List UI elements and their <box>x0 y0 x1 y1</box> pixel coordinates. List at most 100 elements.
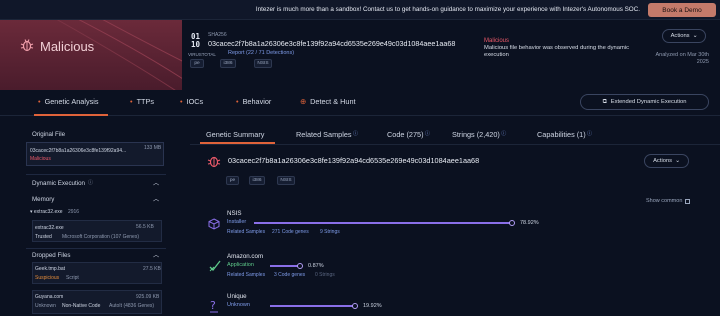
tab-behavior[interactable]: • Behavior <box>236 97 271 106</box>
tag-pe: pe <box>226 176 239 185</box>
virustotal-label: VIRUSTOTAL <box>188 52 216 57</box>
extended-dynamic-execution-button[interactable]: ⧉ Extended Dynamic Execution <box>580 94 709 110</box>
tag-nsis: NSIS <box>277 176 295 185</box>
binary-file-icon: 01 10 <box>191 32 201 49</box>
sha-value[interactable]: 03cacec2f7b8a1a26306e3c8fe139f92a94cd653… <box>208 39 455 48</box>
strings-link[interactable]: 9 Strings <box>320 229 340 235</box>
tag-i386: i386 <box>249 176 265 185</box>
tab-label: TTPs <box>136 97 154 106</box>
ext-button-label: Extended Dynamic Execution <box>610 99 687 105</box>
svg-text:?: ? <box>210 299 216 312</box>
show-common-toggle[interactable]: Show common <box>646 198 691 204</box>
tag-nsis: NSIS <box>254 59 272 68</box>
analyzed-date: Analyzed on Mar 30th 2025 <box>655 52 709 65</box>
sha-title: SHA256 <box>208 32 227 38</box>
family-type: Unknown <box>227 302 250 308</box>
info-icon: ⓘ <box>499 131 507 137</box>
original-file-size: 133 MB <box>144 145 162 151</box>
bug-icon <box>207 156 221 168</box>
original-file-name: 03cacec2f7b8a1a26306e3c8fe139f92a94... <box>30 148 127 154</box>
info-icon: ⓘ <box>585 131 593 137</box>
family-percent: 0.87% <box>308 263 324 269</box>
family-name[interactable]: Amazon.com <box>227 253 263 260</box>
verdict-description: Malicious file behavior was observed dur… <box>484 45 629 58</box>
memory-process[interactable]: ▾ extrac32.exe 2916 <box>30 209 79 215</box>
virustotal-report-link[interactable]: Report (22 / 71 Detections) <box>228 50 294 56</box>
crosshair-icon: ⊕ <box>300 97 307 106</box>
unknown-icon: ? <box>208 299 220 315</box>
family-percent: 78.92% <box>520 220 539 226</box>
dropped-file-vendor: AutoIt (4836 Genes) <box>109 303 155 309</box>
tab-label: Related Samples <box>296 130 352 139</box>
verdict-panel <box>0 20 182 90</box>
family-type: Application <box>227 262 254 268</box>
tab-code[interactable]: Code (275) ⓘ <box>387 130 430 139</box>
memory-entry-size: 56.5 KB <box>136 224 154 230</box>
bar-knob <box>352 302 358 309</box>
active-tab-indicator <box>34 114 108 116</box>
dot-icon: • <box>180 97 183 106</box>
active-tab-indicator <box>200 142 275 144</box>
divider <box>26 248 166 249</box>
dropped-file-name: Guyana.com <box>35 294 64 300</box>
bar-knob <box>509 219 515 226</box>
installer-icon <box>208 218 220 232</box>
chevron-up-icon[interactable]: ︿ <box>153 194 159 203</box>
banner-text: Intezer is much more than a sandbox! Con… <box>255 6 640 13</box>
dropped-file-verdict: Unknown <box>35 303 56 309</box>
code-genes-link[interactable]: 3 Code genes <box>274 272 305 278</box>
dropped-file-size: 27.5 KB <box>143 266 161 272</box>
tab-label: Behavior <box>242 97 272 106</box>
tab-ttps[interactable]: • TTPs <box>130 97 154 106</box>
chevron-down-icon: ⌄ <box>692 33 698 39</box>
tab-label: Genetic Analysis <box>44 97 99 106</box>
info-icon: ⓘ <box>423 131 430 137</box>
tab-detect-hunt[interactable]: ⊕ Detect & Hunt <box>300 97 356 106</box>
show-common-label: Show common <box>646 198 683 204</box>
family-name[interactable]: Unique <box>227 293 247 300</box>
chevron-up-icon[interactable]: ︿ <box>153 178 159 187</box>
original-file-verdict: Malicious <box>30 156 51 162</box>
tab-label: IOCs <box>186 97 204 106</box>
related-samples-link[interactable]: Related Samples <box>227 229 265 235</box>
dropped-file-name: Geek.tmp.bat <box>35 266 66 272</box>
tab-label: Capabilities (1) <box>537 130 586 139</box>
info-icon: ⓘ <box>351 131 358 137</box>
actions-label: Actions <box>670 33 690 39</box>
tab-genetic-analysis[interactable]: • Genetic Analysis <box>38 97 99 106</box>
gene-actions-button[interactable]: Actions ⌄ <box>644 154 689 168</box>
tab-strings[interactable]: Strings (2,420) ⓘ <box>452 130 506 139</box>
dot-icon: • <box>38 97 41 106</box>
related-samples-link[interactable]: Related Samples <box>227 272 265 278</box>
family-name[interactable]: NSIS <box>227 210 241 217</box>
dropped-files-title: Dropped Files <box>32 252 71 259</box>
verdict-badge: Malicious <box>40 39 95 54</box>
book-demo-button[interactable]: Book a Demo <box>648 3 716 17</box>
dot-icon: • <box>130 97 133 106</box>
memory-process-pid: 2916 <box>67 209 80 215</box>
dot-icon: • <box>236 97 239 106</box>
code-genes-link[interactable]: 271 Code genes <box>272 229 309 235</box>
dropped-file-verdict: Suspicious <box>35 275 60 281</box>
tab-iocs[interactable]: • IOCs <box>180 97 203 106</box>
tab-capabilities[interactable]: Capabilities (1) ⓘ <box>537 130 592 139</box>
application-icon <box>208 259 222 275</box>
memory-entry-vendor: Microsoft Corporation (107 Genes) <box>62 234 139 240</box>
tab-label: Strings (2,420) <box>452 130 500 139</box>
header-actions-button[interactable]: Actions ⌄ <box>662 29 706 43</box>
dropped-file-type: Non-Native Code <box>62 303 101 309</box>
bar-knob <box>297 262 303 269</box>
original-file-title: Original File <box>32 131 66 138</box>
family-type: Installer <box>227 219 247 225</box>
strings-link[interactable]: 0 Strings <box>315 272 335 278</box>
family-percent-bar <box>270 262 303 269</box>
memory-title: Memory <box>32 196 55 203</box>
bar-fill <box>254 222 512 224</box>
tag-i386: i386 <box>220 59 236 68</box>
memory-entry-verdict: Trusted <box>35 234 52 240</box>
chevron-up-icon[interactable]: ︿ <box>153 250 159 259</box>
tab-related-samples[interactable]: Related Samples ⓘ <box>296 130 358 139</box>
checkbox-icon <box>685 198 691 204</box>
dynamic-execution-icon: ⧉ <box>602 98 607 105</box>
tab-genetic-summary[interactable]: Genetic Summary <box>206 130 264 139</box>
